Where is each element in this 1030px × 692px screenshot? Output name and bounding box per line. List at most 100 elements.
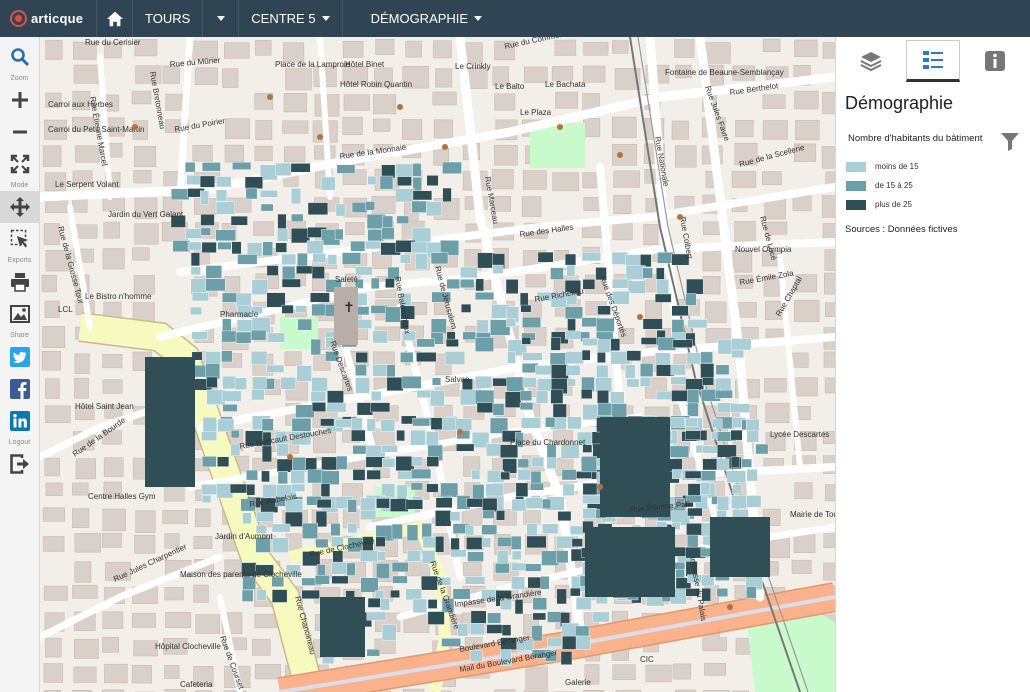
population-building[interactable] [526, 523, 538, 537]
population-building[interactable] [715, 364, 730, 375]
population-building[interactable] [624, 364, 636, 379]
population-building[interactable] [365, 240, 383, 250]
population-building[interactable] [476, 402, 494, 413]
population-building[interactable] [396, 484, 408, 499]
population-building[interactable] [464, 576, 486, 585]
pan-mode-button[interactable] [0, 191, 40, 223]
population-building[interactable] [237, 254, 258, 265]
population-building[interactable] [507, 351, 516, 364]
tab-legend[interactable] [906, 40, 960, 82]
population-building[interactable] [205, 265, 223, 279]
population-building[interactable] [522, 377, 537, 388]
population-building[interactable] [626, 350, 642, 361]
population-building[interactable] [245, 187, 258, 200]
population-building[interactable] [482, 510, 495, 519]
population-building[interactable] [430, 390, 445, 407]
population-building[interactable] [425, 431, 439, 447]
population-building[interactable] [550, 337, 561, 351]
population-building[interactable] [201, 241, 217, 253]
poi-icon[interactable] [557, 124, 563, 130]
population-building[interactable] [575, 635, 591, 650]
population-building[interactable] [531, 456, 544, 468]
population-building[interactable] [215, 229, 236, 242]
share-linkedin-button[interactable] [0, 405, 40, 437]
population-building[interactable] [746, 586, 757, 599]
population-building[interactable] [686, 352, 703, 365]
population-building[interactable] [432, 377, 442, 386]
population-building[interactable] [726, 470, 747, 484]
population-building[interactable] [567, 378, 576, 387]
population-building[interactable] [346, 562, 356, 576]
population-building[interactable] [715, 377, 732, 391]
population-building[interactable] [321, 470, 340, 485]
population-building[interactable] [202, 495, 212, 504]
population-building[interactable] [260, 203, 274, 212]
population-building[interactable] [470, 610, 487, 624]
population-building[interactable] [266, 364, 285, 373]
population-building[interactable] [260, 190, 278, 198]
population-building[interactable] [535, 390, 549, 404]
population-building[interactable] [381, 444, 398, 453]
population-building[interactable] [262, 241, 273, 256]
population-building[interactable] [171, 188, 190, 200]
population-building[interactable] [205, 363, 221, 380]
population-building[interactable] [412, 598, 428, 613]
population-building[interactable] [700, 363, 715, 379]
population-building[interactable] [671, 305, 689, 317]
population-building[interactable] [295, 305, 307, 314]
poi-icon[interactable] [287, 454, 293, 460]
population-building[interactable] [416, 390, 431, 398]
population-building[interactable] [475, 278, 485, 292]
population-building[interactable] [685, 293, 697, 306]
population-building[interactable] [642, 318, 663, 330]
population-building[interactable] [504, 391, 522, 408]
population-building[interactable] [360, 509, 377, 521]
population-building[interactable] [365, 456, 385, 468]
population-building[interactable] [412, 190, 433, 201]
population-building[interactable] [400, 254, 411, 264]
population-building[interactable] [355, 377, 370, 394]
population-building[interactable] [292, 456, 307, 473]
population-building[interactable] [189, 306, 202, 316]
population-building[interactable] [200, 190, 209, 205]
population-building[interactable] [266, 265, 279, 276]
population-building[interactable] [280, 377, 296, 390]
population-building[interactable] [320, 483, 331, 499]
population-building[interactable] [355, 364, 367, 376]
population-building[interactable] [411, 456, 424, 467]
population-building[interactable] [232, 161, 252, 170]
population-building[interactable] [730, 429, 743, 441]
population-building[interactable] [640, 254, 652, 268]
population-building[interactable] [482, 497, 498, 512]
population-building[interactable] [485, 483, 504, 497]
population-building[interactable] [540, 576, 550, 590]
population-building[interactable] [672, 339, 693, 348]
population-building[interactable] [385, 306, 401, 323]
print-button[interactable] [0, 266, 40, 298]
population-building[interactable] [331, 575, 349, 584]
population-building[interactable] [687, 319, 708, 329]
population-building[interactable] [505, 279, 519, 294]
population-building[interactable] [670, 376, 687, 385]
population-building[interactable] [716, 588, 729, 597]
population-building[interactable] [627, 280, 646, 294]
population-building[interactable] [746, 469, 758, 482]
population-building[interactable] [395, 456, 415, 472]
population-building[interactable] [732, 484, 743, 495]
population-building[interactable] [581, 252, 601, 262]
population-building[interactable] [221, 390, 242, 402]
population-building[interactable] [367, 229, 384, 242]
population-building[interactable] [356, 319, 373, 329]
population-building[interactable] [557, 511, 572, 522]
population-building[interactable] [655, 352, 671, 365]
population-building[interactable] [520, 417, 541, 429]
population-building[interactable] [326, 402, 347, 413]
population-building[interactable] [497, 550, 509, 566]
population-building[interactable] [475, 292, 495, 301]
population-building[interactable] [185, 228, 204, 239]
population-building[interactable] [581, 349, 591, 361]
population-building[interactable] [412, 417, 430, 427]
population-building[interactable] [684, 470, 702, 479]
population-building[interactable] [234, 377, 247, 390]
population-building[interactable] [581, 388, 593, 399]
